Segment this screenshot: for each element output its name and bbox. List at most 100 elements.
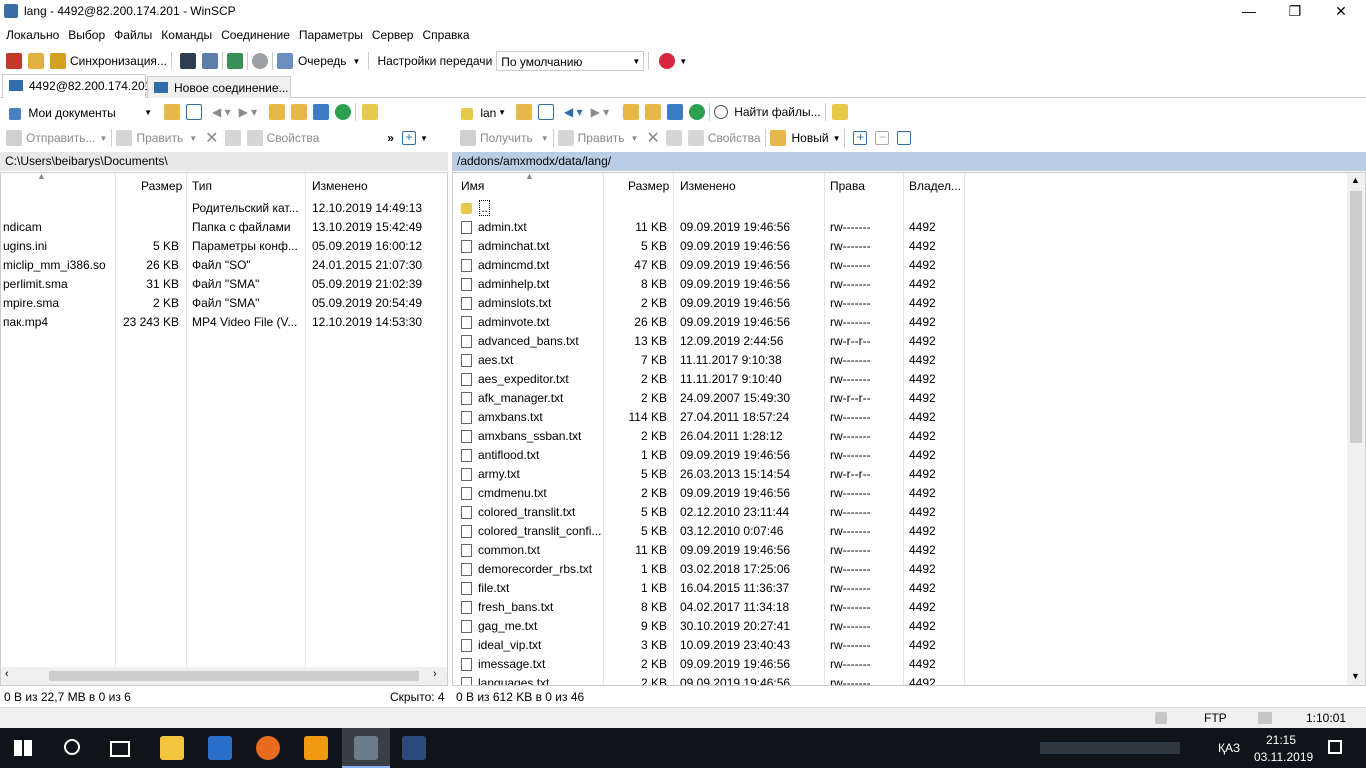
chevron-down-icon[interactable]: ▼ [541,134,549,143]
filter-icon[interactable] [897,131,912,145]
left-hscrollbar[interactable]: ‹ › [1,667,447,685]
new-folder-icon[interactable] [769,130,786,146]
new-button[interactable]: Новый [792,131,829,145]
edit-button[interactable]: Править [136,131,183,145]
console-icon[interactable] [179,53,196,69]
root-folder-icon[interactable] [645,104,662,120]
left-file-list[interactable]: ▲ Размер Тип Изменено Родительский кат..… [0,171,448,686]
right-col-name[interactable]: Имя [461,179,484,193]
edit-icon[interactable] [557,130,574,146]
right-col-modified[interactable]: Изменено [680,179,736,193]
more-icon[interactable]: » [387,131,394,145]
download-icon[interactable] [460,130,476,146]
menu-commands[interactable]: Команды [155,24,215,46]
tab-new-session[interactable]: Новое соединение... [147,76,291,98]
notification-icon[interactable] [1328,740,1342,754]
open-folder-icon[interactable] [516,104,532,120]
left-col-modified[interactable]: Изменено [312,179,368,193]
back-arrow-icon[interactable]: ◀ ▾ [212,105,231,119]
chevron-down-icon[interactable]: ▼ [100,134,108,143]
transfer-preset-select[interactable]: По умолчанию ▼ [496,51,645,71]
right-location-select[interactable]: lan ▼ [456,102,510,122]
tray-icons[interactable] [1040,742,1180,754]
chevron-down-icon[interactable]: ▼ [679,57,687,66]
menu-local[interactable]: Локально [0,24,62,46]
sync-browse-icon[interactable] [28,53,44,69]
tree-icon[interactable] [362,104,379,120]
back-arrow-icon[interactable]: ◀ ▾ [564,105,583,119]
menu-select[interactable]: Выбор [62,24,108,46]
app-window-icon[interactable] [208,736,232,760]
menu-session[interactable]: Соединение [215,24,293,46]
delete-icon[interactable]: ✕ [205,128,218,148]
root-folder-icon[interactable] [291,104,308,120]
select-remove-icon[interactable]: − [875,131,890,145]
amx-icon[interactable] [402,736,426,760]
menu-options[interactable]: Параметры [293,24,366,46]
parent-folder-icon[interactable] [623,104,640,120]
chevron-down-icon[interactable]: ▼ [630,134,638,143]
firefox-icon[interactable] [256,736,280,760]
chevron-down-icon[interactable]: ▼ [189,134,197,143]
left-location-select[interactable]: Мои документы ▼ [4,102,156,122]
file-explorer-icon[interactable] [160,736,184,760]
filter-icon[interactable] [538,104,554,120]
properties-button[interactable]: Свойства [267,131,320,145]
parent-dir-row[interactable]: .. [461,199,491,218]
send-button[interactable]: Отправить... [26,131,96,145]
new-session-icon[interactable] [6,53,22,69]
chevron-down-icon[interactable]: ▼ [353,57,361,66]
sync-icon[interactable] [50,53,66,69]
menu-server[interactable]: Сервер [366,24,417,46]
putty-icon[interactable] [201,53,218,69]
refresh-icon[interactable] [689,104,706,120]
right-col-owner[interactable]: Владел... [909,179,961,193]
search-icon[interactable] [64,739,80,755]
left-col-type[interactable]: Тип [192,179,212,193]
menu-help[interactable]: Справка [416,24,472,46]
left-col-size[interactable]: Размер [141,179,182,193]
right-vscroll-thumb[interactable] [1350,191,1362,443]
scroll-up-icon[interactable]: ▲ [1351,175,1360,185]
queue-icon[interactable] [276,53,293,69]
sync-button[interactable]: Синхронизация... [70,54,167,68]
tab-session[interactable]: 4492@82.200.174.201 [2,74,151,98]
winscp-icon[interactable] [354,736,378,760]
refresh-icon[interactable] [335,104,352,120]
filter-icon[interactable] [186,104,202,120]
menu-files[interactable]: Файлы [108,24,155,46]
language-indicator[interactable]: ҚАЗ [1218,741,1240,755]
clock-date[interactable]: 03.11.2019 [1254,750,1313,764]
minimize-button[interactable]: — [1226,0,1272,24]
scroll-right-icon[interactable]: › [433,668,437,680]
task-view-icon[interactable] [110,741,130,757]
home-icon[interactable] [667,104,684,120]
edit-button[interactable]: Править [578,131,625,145]
windows-start-icon[interactable] [14,740,32,756]
scroll-left-icon[interactable]: ‹ [5,668,9,680]
properties-icon[interactable] [687,130,704,146]
right-col-rights[interactable]: Права [830,179,865,193]
receive-button[interactable]: Получить [480,131,533,145]
rename-icon[interactable] [224,130,241,146]
chevron-down-icon[interactable]: ▼ [420,134,428,143]
compare-icon[interactable] [226,53,243,69]
add-icon[interactable]: + [401,131,416,145]
gear-icon[interactable] [251,53,268,69]
search-icon[interactable] [714,105,729,119]
open-folder-icon[interactable] [164,104,180,120]
properties-button[interactable]: Свойства [708,131,761,145]
edit-icon[interactable] [116,130,133,146]
maximize-button[interactable]: ❐ [1272,0,1318,24]
delete-icon[interactable]: ✕ [646,128,659,148]
forward-arrow-icon[interactable]: ▶ ▾ [591,105,610,119]
properties-icon[interactable] [246,130,263,146]
forward-arrow-icon[interactable]: ▶ ▾ [239,105,258,119]
select-add-icon[interactable]: + [853,131,868,145]
tree-icon[interactable] [831,104,848,120]
chevron-down-icon[interactable]: ▼ [833,134,841,143]
rename-icon[interactable] [665,130,682,146]
upload-icon[interactable] [6,130,22,146]
clock-time[interactable]: 21:15 [1266,733,1296,747]
scroll-down-icon[interactable]: ▼ [1351,671,1360,681]
